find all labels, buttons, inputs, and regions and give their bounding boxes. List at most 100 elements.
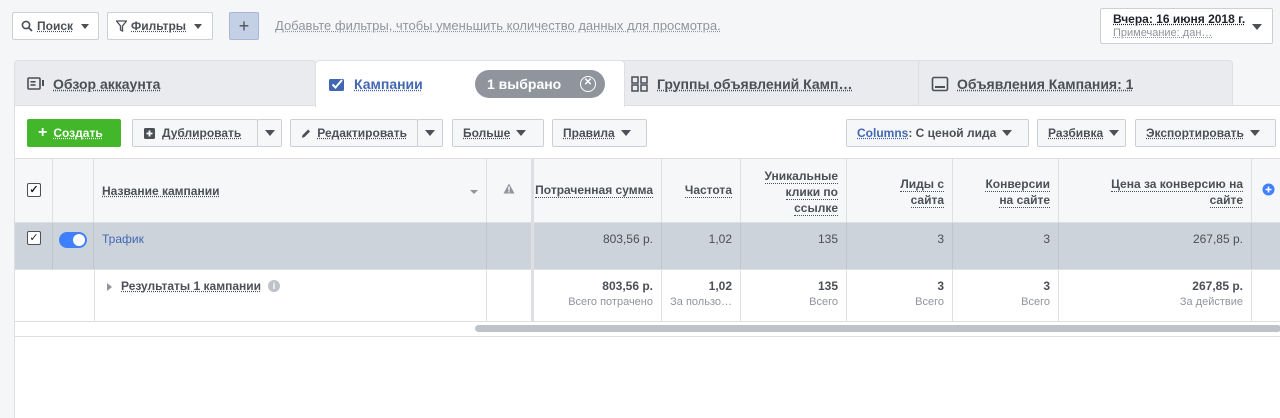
info-icon[interactable]: i bbox=[268, 280, 280, 292]
conversions-value: 3 bbox=[1043, 232, 1050, 246]
selection-badge[interactable]: 1 выбрано ✕ bbox=[475, 70, 605, 98]
summary-unique-clicks-caption: Всего bbox=[809, 296, 838, 308]
search-icon bbox=[21, 20, 33, 32]
summary-label-cell[interactable]: Результаты 1 кампании i bbox=[94, 270, 487, 321]
summary-conversions-caption: Всего bbox=[1021, 296, 1050, 308]
header-label: Лиды с bbox=[900, 177, 944, 192]
campaign-name-link[interactable]: Трафик bbox=[102, 232, 144, 246]
unique-clicks-value: 135 bbox=[817, 232, 838, 246]
summary-conversions-value: 3 bbox=[1043, 279, 1050, 293]
conversions-header-text: Конверсии на сайте bbox=[985, 176, 1050, 208]
sort-down-icon[interactable] bbox=[470, 190, 478, 194]
tab-account-overview[interactable]: Обзор аккаунта bbox=[14, 60, 316, 106]
frequency-header-text: Частота bbox=[684, 182, 732, 198]
more-button[interactable]: Больше bbox=[452, 119, 544, 147]
unique-clicks-cell: 135 bbox=[741, 223, 847, 269]
row-checkbox[interactable]: ✓ bbox=[27, 231, 41, 245]
duplicate-icon bbox=[144, 127, 155, 139]
rules-button[interactable]: Правила bbox=[552, 119, 647, 147]
tab-ad-sets[interactable]: Группы объявлений Камп… bbox=[618, 60, 923, 106]
column-header-frequency[interactable]: Частота bbox=[662, 159, 741, 222]
breakdown-button[interactable]: Разбивка bbox=[1037, 119, 1126, 147]
columns-button[interactable]: Columns: С ценой лида bbox=[846, 119, 1029, 147]
header-label: клики по bbox=[785, 185, 838, 200]
summary-leads-caption: Всего bbox=[915, 296, 944, 308]
table-row[interactable]: ✓ Трафик 803,56 р. 1,02 135 3 3 267,85 р… bbox=[15, 223, 1280, 270]
summary-frequency-value: 1,02 bbox=[708, 279, 732, 293]
header-label: Цена за конверсию на bbox=[1111, 177, 1243, 192]
frozen-column-divider bbox=[531, 159, 534, 322]
date-range-picker[interactable]: Вчера: 16 июня 2018 г. Примечание: дан… bbox=[1100, 8, 1273, 44]
header-label: Потраченная сумма bbox=[535, 183, 653, 198]
conversions-cell: 3 bbox=[953, 223, 1059, 269]
filters-button[interactable]: Фильтры bbox=[107, 12, 213, 40]
horizontal-scrollbar[interactable] bbox=[475, 325, 1280, 332]
name-header-text: Название кампании bbox=[102, 184, 219, 198]
column-header-unique-clicks[interactable]: Уникальные клики по ссылке bbox=[741, 159, 847, 222]
duplicate-menu-button[interactable] bbox=[257, 119, 282, 147]
header-label: на сайте bbox=[999, 193, 1050, 208]
add-column-icon[interactable] bbox=[1262, 183, 1275, 196]
leads-header-text: Лиды с сайта bbox=[900, 176, 944, 208]
filter-funnel-icon bbox=[116, 20, 127, 32]
add-filter-button[interactable]: + bbox=[229, 12, 259, 40]
account-overview-icon bbox=[27, 76, 44, 90]
plus-icon: + bbox=[38, 124, 48, 141]
select-all-cell: ✓ bbox=[15, 159, 53, 222]
header-label: Частота bbox=[684, 183, 732, 198]
tab-ads[interactable]: Объявления Кампания: 1 bbox=[918, 60, 1233, 106]
pencil-icon bbox=[301, 129, 311, 138]
spent-header-text: Потраченная сумма bbox=[535, 182, 653, 198]
column-header-delivery[interactable] bbox=[487, 159, 532, 222]
cpa-header-text: Цена за конверсию на сайте bbox=[1111, 176, 1243, 208]
filter-bar: Поиск Фильтры + Добавьте фильтры, чтобы … bbox=[0, 0, 1280, 50]
cpa-cell: 267,85 р. bbox=[1059, 223, 1252, 269]
edit-menu-button[interactable] bbox=[417, 119, 443, 147]
columns-prefix: Columns bbox=[857, 126, 909, 140]
create-label: Создать bbox=[53, 126, 103, 140]
edit-label: Редактировать bbox=[317, 126, 407, 140]
search-button[interactable]: Поиск bbox=[12, 12, 99, 40]
summary-cpa-caption: За действие bbox=[1179, 296, 1243, 308]
column-header-cost-per-conversion[interactable]: Цена за конверсию на сайте bbox=[1059, 159, 1252, 222]
chevron-down-icon bbox=[425, 130, 435, 136]
summary-spent-value: 803,56 р. bbox=[602, 279, 653, 293]
select-all-checkbox[interactable]: ✓ bbox=[27, 183, 41, 197]
columns-preset: : С ценой лида bbox=[908, 126, 997, 140]
header-label: сайта bbox=[910, 193, 944, 208]
create-button[interactable]: + Создать bbox=[27, 119, 121, 147]
header-label: Конверсии bbox=[985, 177, 1050, 192]
chevron-down-icon bbox=[1249, 130, 1260, 136]
column-header-name[interactable]: Название кампании bbox=[94, 159, 487, 222]
summary-spent-caption: Всего потрачено bbox=[568, 296, 653, 308]
table-header: ✓ Название кампании Потраченная сумма Ча… bbox=[15, 159, 1280, 223]
filter-hint[interactable]: Добавьте фильтры, чтобы уменьшить количе… bbox=[275, 18, 721, 33]
date-note: Примечание: дан… bbox=[1113, 27, 1213, 39]
leads-cell: 3 bbox=[847, 223, 953, 269]
campaign-status-toggle[interactable] bbox=[59, 232, 87, 248]
date-range-label: Вчера: 16 июня 2018 г. bbox=[1113, 12, 1246, 26]
column-header-leads[interactable]: Лиды с сайта bbox=[847, 159, 953, 222]
export-label: Экспортировать bbox=[1146, 126, 1244, 140]
summary-frequency-caption: За пользо… bbox=[670, 296, 732, 308]
chevron-down-icon bbox=[620, 130, 631, 136]
summary-label: Результаты 1 кампании bbox=[121, 279, 262, 293]
summary-spacer bbox=[15, 270, 94, 321]
campaign-check-icon bbox=[329, 79, 344, 91]
column-header-spent[interactable]: Потраченная сумма bbox=[534, 159, 662, 222]
duplicate-button[interactable]: Дублировать bbox=[132, 119, 258, 147]
clear-selection-icon[interactable]: ✕ bbox=[580, 76, 596, 92]
summary-leads-value: 3 bbox=[937, 279, 944, 293]
spent-cell: 803,56 р. bbox=[534, 223, 662, 269]
more-label: Больше bbox=[463, 126, 511, 140]
campaign-name-cell: Трафик bbox=[94, 223, 487, 269]
summary-cpa-cell: 267,85 р. За действие bbox=[1059, 270, 1252, 321]
chevron-down-icon bbox=[1252, 24, 1262, 30]
export-button[interactable]: Экспортировать bbox=[1135, 119, 1276, 147]
ads-monitor-icon bbox=[931, 76, 949, 91]
expand-triangle-icon[interactable] bbox=[107, 283, 112, 291]
summary-leads-cell: 3 Всего bbox=[847, 270, 953, 321]
edit-button[interactable]: Редактировать bbox=[290, 119, 418, 147]
duplicate-label: Дублировать bbox=[162, 126, 242, 140]
column-header-conversions[interactable]: Конверсии на сайте bbox=[953, 159, 1059, 222]
